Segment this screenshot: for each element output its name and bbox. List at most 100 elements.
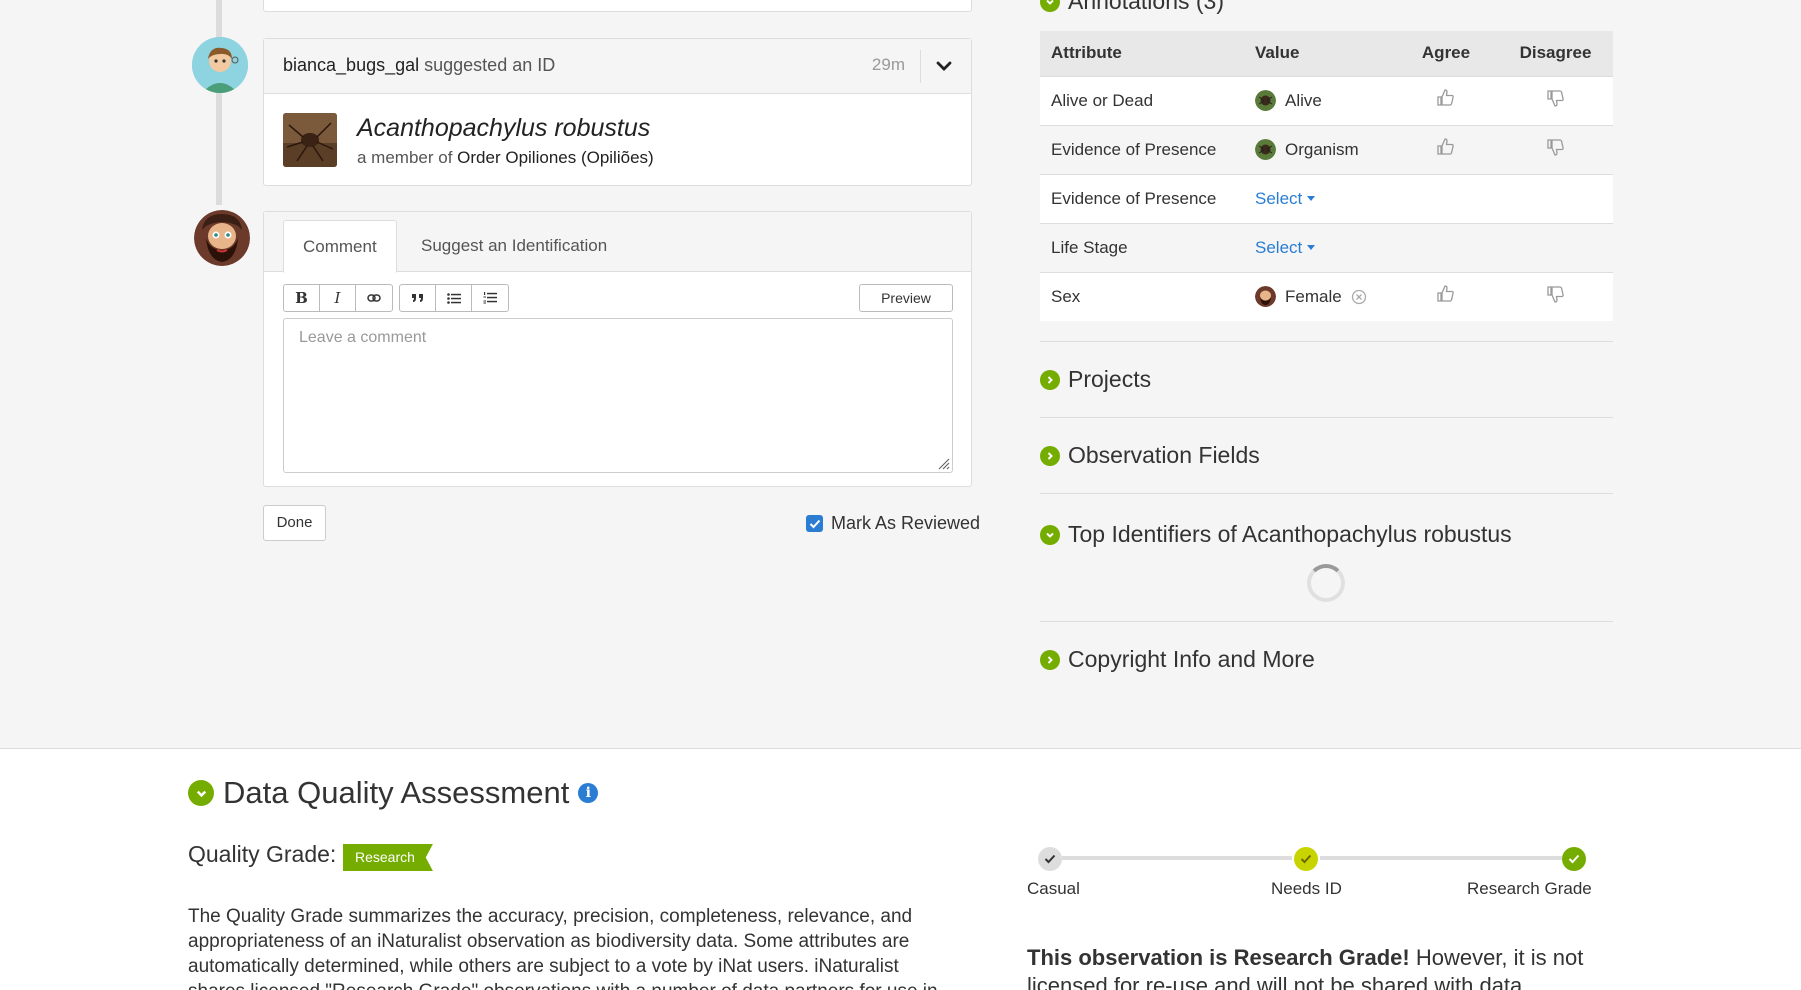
top-identifiers-title: Top Identifiers of Acanthopachylus robus… xyxy=(1068,521,1512,547)
dqa-description: The Quality Grade summarizes the accurac… xyxy=(188,906,938,990)
current-user-avatar[interactable] xyxy=(194,210,250,266)
link-icon xyxy=(367,294,381,302)
data-quality-assessment: Data Quality Assessment i Quality Grade:… xyxy=(0,748,1801,990)
mark-as-reviewed-checkbox[interactable]: Mark As Reviewed xyxy=(806,513,980,534)
remove-annotation-icon[interactable] xyxy=(1351,289,1367,305)
block-group xyxy=(399,284,509,312)
info-icon[interactable]: i xyxy=(578,783,599,803)
thumbs-up-icon[interactable] xyxy=(1436,138,1456,161)
caret-down-icon xyxy=(1307,196,1316,201)
annotation-attribute: Alive or Dead xyxy=(1040,75,1244,125)
link-button[interactable] xyxy=(356,285,392,311)
copyright-heading[interactable]: Copyright Info and More xyxy=(1040,646,1315,673)
copyright-section: Copyright Info and More xyxy=(1040,621,1613,697)
taxon-photo[interactable] xyxy=(283,113,337,167)
identification-byline: bianca_bugs_gal suggested an ID xyxy=(283,55,555,76)
annotations-header-row: Attribute Value Agree Disagree xyxy=(1040,31,1613,76)
observation-fields-title: Observation Fields xyxy=(1068,442,1260,468)
copyright-title: Copyright Info and More xyxy=(1068,646,1315,672)
observation-fields-heading[interactable]: Observation Fields xyxy=(1040,442,1260,469)
identifier-username[interactable]: bianca_bugs_gal xyxy=(283,55,419,75)
annotation-attribute: Sex xyxy=(1040,271,1244,321)
annotation-attribute: Evidence of Presence xyxy=(1040,173,1244,223)
dqa-heading[interactable]: Data Quality Assessment i xyxy=(188,775,599,811)
quality-grade-badge: Research xyxy=(343,844,433,871)
done-button[interactable]: Done xyxy=(263,505,326,541)
thumbs-down-icon[interactable] xyxy=(1546,90,1566,112)
thumbs-up-icon[interactable] xyxy=(1436,285,1456,308)
format-group: B I xyxy=(283,284,393,312)
ancestor-taxon-link[interactable]: Order Opiliones (Opiliões) xyxy=(457,148,654,167)
column-attribute: Attribute xyxy=(1040,31,1244,76)
projects-title: Projects xyxy=(1068,366,1152,392)
chevron-down-icon[interactable] xyxy=(931,53,957,79)
user-avatar-icon xyxy=(1255,286,1276,308)
annotation-select-dropdown[interactable]: Select xyxy=(1255,188,1316,209)
observation-detail-upper: bianca_bugs_gal suggested an ID 29m Acan… xyxy=(0,0,1801,748)
annotations-heading[interactable]: Annotations (3) xyxy=(1040,0,1224,15)
projects-section: Projects xyxy=(1040,341,1613,417)
annotation-value: Female xyxy=(1285,286,1342,306)
bold-button[interactable]: B xyxy=(284,285,320,311)
activity-timeline-line xyxy=(216,0,222,205)
taxon-name[interactable]: Acanthopachylus robustus xyxy=(357,114,650,143)
header-divider xyxy=(920,50,921,83)
column-disagree: Disagree xyxy=(1498,31,1613,76)
annotation-attribute: Evidence of Presence xyxy=(1040,124,1244,174)
research-grade-status: This observation is Research Grade! Howe… xyxy=(1027,944,1587,990)
select-label: Select xyxy=(1255,237,1303,257)
casual-check-icon xyxy=(1038,847,1062,871)
tab-comment[interactable]: Comment xyxy=(283,220,397,273)
top-identifiers-heading[interactable]: Top Identifiers of Acanthopachylus robus… xyxy=(1040,521,1512,548)
caret-down-icon xyxy=(1307,245,1316,250)
bold-icon: B xyxy=(295,289,308,307)
italic-icon: I xyxy=(334,289,341,307)
column-value: Value xyxy=(1244,31,1394,76)
numbered-list-button[interactable] xyxy=(472,285,508,311)
annotation-row: Evidence of Presence Select xyxy=(1040,173,1613,223)
organism-avatar-icon xyxy=(1255,139,1276,160)
identification-time: 29m xyxy=(871,55,905,74)
identification-action: suggested an ID xyxy=(424,55,556,75)
research-grade-status-bold: This observation is Research Grade! xyxy=(1027,945,1410,970)
observation-fields-section: Observation Fields xyxy=(1040,417,1613,493)
preview-button[interactable]: Preview xyxy=(859,284,953,312)
comment-textarea[interactable] xyxy=(283,318,953,473)
needs-id-check-icon xyxy=(1294,847,1318,871)
identification-header: bianca_bugs_gal suggested an ID 29m xyxy=(264,39,971,94)
comment-form: Comment Suggest an Identification B I Pr… xyxy=(263,211,972,487)
chevron-circle-icon xyxy=(188,780,214,806)
grade-label-casual: Casual xyxy=(1027,879,1080,898)
quote-icon xyxy=(412,294,423,302)
previous-activity-card xyxy=(263,0,972,12)
user-avatar[interactable] xyxy=(192,37,248,93)
annotation-row: Alive or Dead Alive xyxy=(1040,75,1613,125)
mark-as-reviewed-label: Mark As Reviewed xyxy=(831,513,981,533)
select-label: Select xyxy=(1255,188,1303,208)
annotation-row: Sex Female xyxy=(1040,271,1613,321)
grade-label-research: Research Grade xyxy=(1467,879,1592,898)
resize-handle-icon[interactable] xyxy=(936,456,950,470)
numbered-list-icon xyxy=(483,292,497,304)
tab-suggest-identification[interactable]: Suggest an Identification xyxy=(402,220,626,273)
research-grade-check-icon xyxy=(1562,847,1586,871)
annotation-select-dropdown[interactable]: Select xyxy=(1255,237,1316,258)
dqa-title: Data Quality Assessment xyxy=(223,775,570,810)
organism-avatar-icon xyxy=(1255,90,1276,111)
annotations-table: Attribute Value Agree Disagree Alive or … xyxy=(1040,31,1613,321)
annotation-attribute: Life Stage xyxy=(1040,222,1244,272)
thumbs-down-icon[interactable] xyxy=(1546,139,1566,161)
italic-button[interactable]: I xyxy=(320,285,356,311)
bullet-list-button[interactable] xyxy=(436,285,472,311)
quote-button[interactable] xyxy=(400,285,436,311)
checkbox-checked-icon[interactable] xyxy=(806,515,823,532)
chevron-right-circle-icon xyxy=(1040,445,1060,466)
markdown-toolbar: B I xyxy=(283,284,515,312)
annotation-row: Life Stage Select xyxy=(1040,222,1613,272)
thumbs-down-icon[interactable] xyxy=(1546,286,1566,308)
annotation-value: Alive xyxy=(1285,90,1322,110)
grade-label-needs-id: Needs ID xyxy=(1271,879,1342,898)
comment-form-tabs: Comment Suggest an Identification xyxy=(264,212,971,273)
projects-heading[interactable]: Projects xyxy=(1040,366,1151,393)
thumbs-up-icon[interactable] xyxy=(1436,89,1456,112)
